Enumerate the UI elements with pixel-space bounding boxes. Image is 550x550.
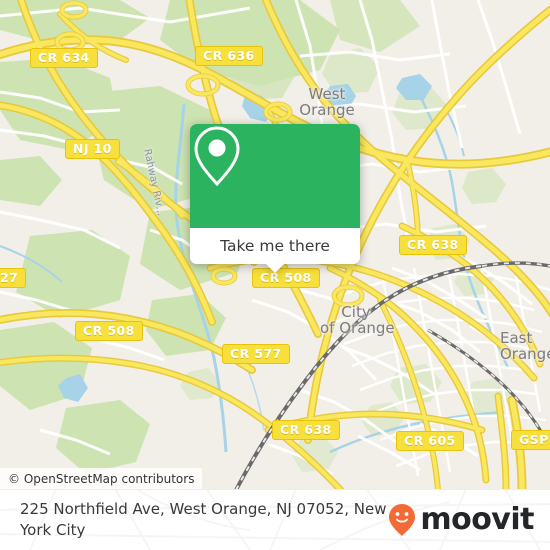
map-pin-icon [194,126,240,187]
moovit-smiley-pin-icon [389,504,416,536]
shield-cr-638-south[interactable]: CR 638 [272,420,340,440]
take-me-there-button[interactable]: Take me there [190,228,360,264]
popup-marker-area [190,124,360,228]
moovit-wordmark: moovit [420,502,534,537]
moovit-logo[interactable]: moovit [387,503,534,537]
osm-attribution[interactable]: © OpenStreetMap contributors [0,468,203,490]
location-popup-card[interactable]: Take me there [190,124,360,273]
shield-cr-508-center[interactable]: CR 508 [252,268,320,288]
shield-cr-636[interactable]: CR 636 [195,46,263,66]
map-canvas[interactable]: West Orange City of Orange East Orange R… [0,0,550,490]
moovit-map-screen: West Orange City of Orange East Orange R… [0,0,550,550]
address-text: 225 Northfield Ave, West Orange, NJ 0705… [20,500,387,539]
shield-gsp[interactable]: GSP [511,430,550,450]
shield-cr-638-east[interactable]: CR 638 [399,235,467,255]
shield-cr-508-west[interactable]: CR 508 [75,321,143,341]
shield-cr-27[interactable]: 27 [0,268,27,288]
footer-bar: 225 Northfield Ave, West Orange, NJ 0705… [0,489,550,550]
shield-cr-577[interactable]: CR 577 [222,344,290,364]
shield-cr-605[interactable]: CR 605 [396,431,464,451]
popup-tail [265,263,285,273]
shield-cr-634[interactable]: CR 634 [30,48,98,68]
shield-nj-10[interactable]: NJ 10 [65,139,120,159]
